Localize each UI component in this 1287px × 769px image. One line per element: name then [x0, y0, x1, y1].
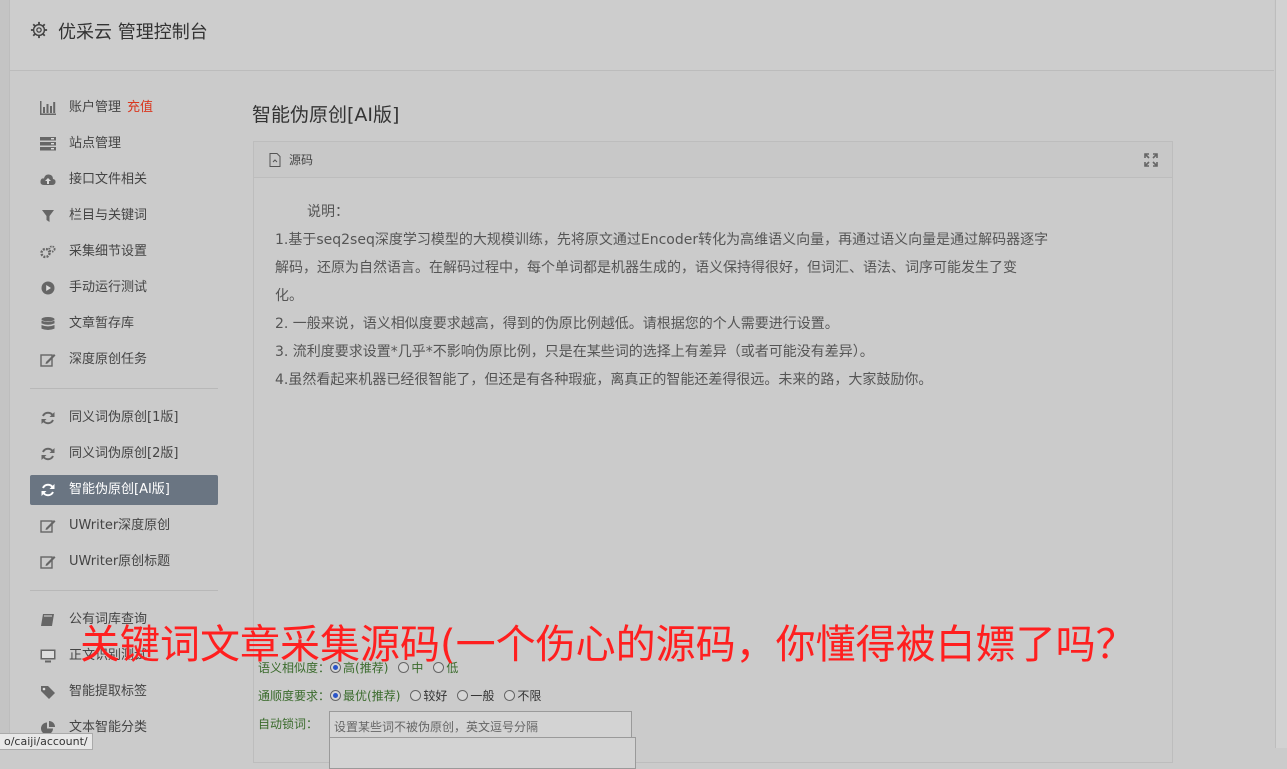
radio-button[interactable]: [410, 690, 422, 701]
sidebar-divider: [30, 590, 218, 591]
sidebar-item-label: 手动运行测试: [69, 280, 148, 295]
fluency-option-any[interactable]: 不限: [504, 682, 541, 710]
autolock-label: 自动锁词：: [258, 717, 319, 731]
window-left-edge: [0, 0, 10, 748]
sidebar-item-ai-rewrite[interactable]: 智能伪原创[AI版]: [30, 475, 218, 505]
sidebar-item-label: UWriter原创标题: [69, 554, 171, 569]
fullscreen-icon[interactable]: [1144, 153, 1158, 167]
sidebar-item-account[interactable]: 账户管理 充值: [30, 90, 218, 126]
monitor-icon: [40, 649, 56, 663]
radio-button[interactable]: [330, 690, 342, 701]
description-line: 3. 流利度要求设置*几乎*不影响伪原比例，只是在某些词的选择上有差异（或者可能…: [275, 344, 874, 360]
description-line: 1.基于seq2seq深度学习模型的大规模训练，先将原文通过Encoder转化为…: [275, 232, 1049, 248]
description-line: 解码，还原为自然语言。在解码过程中，每个单词都是机器生成的，语义保持得很好，但词…: [275, 260, 1017, 276]
sidebar-item-label: 栏目与关键词: [69, 208, 148, 223]
sidebar-item-article-store[interactable]: 文章暂存库: [30, 306, 218, 342]
sidebar-item-label: 智能伪原创[AI版]: [69, 482, 170, 497]
app-title: 优采云 管理控制台: [58, 22, 208, 43]
sidebar-item-label: 接口文件相关: [69, 172, 148, 187]
sidebar-item-label: 文章暂存库: [69, 316, 135, 331]
page-title: 智能伪原创[AI版]: [252, 104, 400, 126]
description-line: 2. 一般来说，语义相似度要求越高，得到的伪原比例越低。请根据您的个人需要进行设…: [275, 316, 839, 332]
server-icon: [40, 137, 56, 151]
sidebar-item-synonym-v2[interactable]: 同义词伪原创[2版]: [30, 436, 218, 472]
sidebar-item-label: 站点管理: [69, 136, 122, 151]
overlay-caption: 关键词文章采集源码(一个伤心的源码，你懂得被白嫖了吗？: [80, 622, 1136, 668]
refresh-icon: [41, 411, 55, 425]
fluency-option-normal[interactable]: 一般: [457, 682, 494, 710]
fluency-row: 通顺度要求： 最优(推荐) 较好 一般 不限: [258, 682, 551, 710]
sidebar-item-deep-original[interactable]: 深度原创任务: [30, 342, 218, 378]
sidebar-item-label: 深度原创任务: [69, 352, 148, 367]
radio-button[interactable]: [504, 690, 516, 701]
gear-icon[interactable]: [30, 21, 48, 39]
sidebar-item-uwriter-deep[interactable]: UWriter深度原创: [30, 508, 218, 544]
document-icon: [269, 153, 281, 167]
sidebar-item-label: 同义词伪原创[1版]: [69, 410, 179, 425]
sidebar-item-extract-tags[interactable]: 智能提取标签: [30, 674, 218, 710]
top-header: 优采云 管理控制台: [10, 0, 1274, 71]
fluency-option-best[interactable]: 最优(推荐): [330, 682, 400, 710]
database-icon: [41, 317, 55, 330]
sidebar-item-columns-keywords[interactable]: 栏目与关键词: [30, 198, 218, 234]
tag-icon: [41, 686, 55, 699]
radio-button[interactable]: [457, 690, 469, 701]
sidebar-item-interface-files[interactable]: 接口文件相关: [30, 162, 218, 198]
panel-title: 源码: [289, 153, 314, 167]
description-line: 化。: [275, 288, 303, 304]
status-url: o/caiji/account/: [0, 733, 93, 750]
sidebar-divider: [30, 388, 218, 389]
sidebar-item-synonym-v1[interactable]: 同义词伪原创[1版]: [30, 400, 218, 436]
secondary-input[interactable]: [329, 737, 636, 769]
refresh-icon: [41, 483, 55, 497]
sidebar-item-label: 智能提取标签: [69, 684, 148, 699]
recharge-link[interactable]: 充值: [127, 100, 153, 115]
book-icon: [41, 614, 54, 626]
sidebar-item-sites[interactable]: 站点管理: [30, 126, 218, 162]
bar-chart-icon: [40, 101, 56, 115]
edit-icon: [40, 556, 56, 569]
sidebar-item-label: 采集细节设置: [69, 244, 148, 259]
fluency-option-good[interactable]: 较好: [410, 682, 447, 710]
sidebar-item-manual-test[interactable]: 手动运行测试: [30, 270, 218, 306]
filter-icon: [42, 210, 54, 222]
fluency-label: 通顺度要求：: [258, 689, 331, 703]
sidebar-item-collect-settings[interactable]: 采集细节设置: [30, 234, 218, 270]
description-heading: 说明：: [307, 204, 349, 220]
sidebar-item-label: 同义词伪原创[2版]: [69, 446, 179, 461]
description: 说明： 1.基于seq2seq深度学习模型的大规模训练，先将原文通过Encode…: [275, 198, 1155, 394]
cogs-icon: [40, 245, 56, 259]
cloud-upload-icon: [40, 174, 56, 185]
description-line: 4.虽然看起来机器已经很智能了，但还是有各种瑕疵，离真正的智能还差得很远。未来的…: [275, 372, 933, 388]
refresh-icon: [41, 447, 55, 461]
sidebar-item-label: UWriter深度原创: [69, 518, 171, 533]
autolock-row: 自动锁词： 设置某些词不被伪原创，英文逗号分隔: [258, 710, 632, 742]
play-circle-icon: [41, 281, 55, 295]
edit-icon: [40, 354, 56, 367]
sidebar-item-uwriter-title[interactable]: UWriter原创标题: [30, 544, 218, 580]
scrollbar[interactable]: [1275, 0, 1287, 748]
edit-icon: [40, 520, 56, 533]
panel-header: 源码: [254, 142, 1172, 178]
sidebar-item-label: 账户管理: [69, 100, 122, 115]
